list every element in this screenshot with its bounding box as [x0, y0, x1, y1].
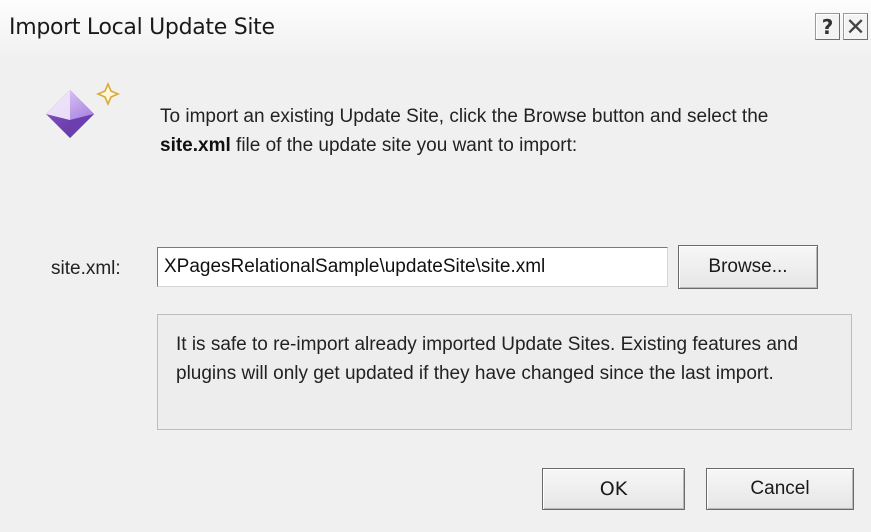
window-title: Import Local Update Site [9, 15, 275, 40]
title-bar[interactable]: Import Local Update Site ? ✕ [0, 0, 871, 56]
intro-text-filename: site.xml [160, 135, 231, 156]
site-xml-path-input[interactable]: XPagesRelationalSample\updateSite\site.x… [157, 247, 668, 287]
close-icon: ✕ [845, 12, 866, 41]
cancel-button[interactable]: Cancel [706, 468, 854, 510]
intro-text: To import an existing Update Site, click… [160, 102, 820, 160]
intro-text-start: To import an existing Update Site, click… [160, 106, 769, 127]
help-icon: ? [821, 14, 834, 39]
browse-button[interactable]: Browse... [678, 245, 818, 289]
import-local-update-site-dialog: Import Local Update Site ? ✕ To import a… [0, 0, 871, 532]
info-note-text: It is safe to re-import already imported… [176, 334, 799, 384]
ok-button[interactable]: OK [542, 468, 685, 510]
site-xml-label: site.xml: [51, 258, 121, 279]
update-site-gem-icon [40, 70, 130, 150]
intro-text-end: file of the update site you want to impo… [230, 135, 578, 156]
info-note-box: It is safe to re-import already imported… [157, 314, 852, 430]
close-button[interactable]: ✕ [843, 12, 868, 41]
help-button[interactable]: ? [815, 13, 840, 40]
